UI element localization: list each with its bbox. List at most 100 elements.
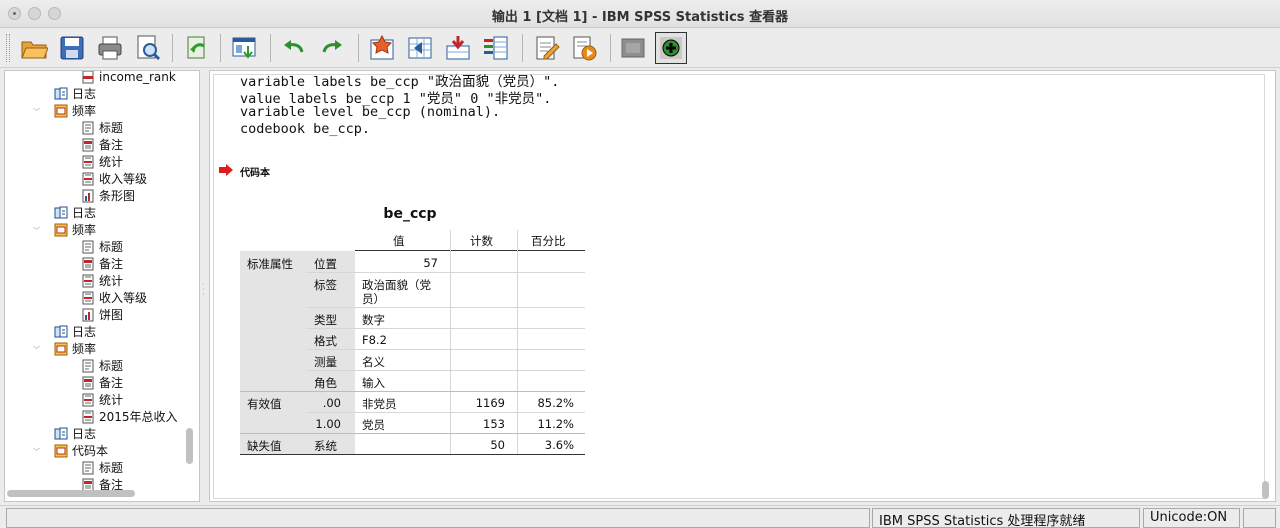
cell-count: 153 [483, 417, 505, 431]
tree-item-label: 2015年总收入 [99, 410, 178, 424]
row-divider [306, 370, 585, 371]
tree-item[interactable]: 频率 [54, 340, 96, 357]
log-icon [54, 87, 68, 101]
content-vertical-scrollbar-thumb[interactable] [1262, 481, 1269, 499]
table-icon [81, 172, 95, 186]
select-last-output-icon[interactable] [530, 32, 562, 64]
tree-item[interactable]: 日志 [54, 204, 96, 221]
title-icon [81, 121, 95, 135]
collapse-toggle-icon[interactable]: ⌵ [33, 106, 40, 113]
tree-item-label: 代码本 [72, 444, 109, 458]
status-message: IBM SPSS Statistics 处理程序就绪 [872, 508, 1140, 528]
notes-icon [81, 376, 95, 390]
collapse-toggle-icon[interactable]: ⌵ [33, 344, 40, 351]
goto-variable-icon[interactable] [442, 32, 474, 64]
tree-item[interactable]: income_rank [81, 70, 176, 85]
tree-item[interactable]: 收入等级 [81, 170, 147, 187]
tree-item[interactable]: 标题 [81, 119, 123, 136]
outline-vertical-scrollbar-thumb[interactable] [186, 428, 193, 464]
row-divider [306, 307, 585, 308]
log-icon [54, 325, 68, 339]
cell-value: 党员 [362, 418, 385, 432]
cell-count: 1169 [475, 396, 505, 410]
print-icon[interactable] [94, 32, 126, 64]
group-label-missing: 缺失值 [247, 439, 282, 453]
tree-item[interactable]: 日志 [54, 323, 96, 340]
tree-item-label: 条形图 [99, 189, 136, 203]
row-sublabel: 系统 [314, 439, 337, 453]
toolbar-separator [610, 34, 611, 62]
cell-percent: 11.2% [537, 417, 574, 431]
column-header-value: 值 [393, 234, 405, 248]
tree-item[interactable]: 频率 [54, 102, 96, 119]
group-label-valid: 有效值 [247, 397, 282, 411]
row-sublabel: 标签 [314, 278, 337, 292]
tree-item[interactable]: 备注 [81, 136, 123, 153]
tree-item[interactable]: 日志 [54, 425, 96, 442]
tree-item-label: 收入等级 [99, 172, 148, 186]
table-bottom-rule [240, 454, 585, 455]
goto-case-icon[interactable] [404, 32, 436, 64]
notes-icon [81, 138, 95, 152]
title-icon [81, 461, 95, 475]
toolbar-grip[interactable] [6, 34, 10, 62]
row-sublabel: 格式 [314, 334, 337, 348]
outline-horizontal-scrollbar-thumb[interactable] [7, 490, 135, 497]
tree-item[interactable]: 统计 [81, 391, 123, 408]
column-header-count: 计数 [470, 234, 493, 248]
chart-icon [81, 308, 95, 322]
toolbar-separator [358, 34, 359, 62]
tree-item-label: income_rank [99, 70, 176, 84]
tree-item[interactable]: 备注 [81, 255, 123, 272]
designate-window-icon[interactable] [568, 32, 600, 64]
tree-item[interactable]: 2015年总收入 [81, 408, 178, 425]
redo-icon[interactable] [316, 32, 348, 64]
tree-item-label: 统计 [99, 155, 124, 169]
cell-percent: 3.6% [544, 438, 574, 452]
tree-item-label: 日志 [72, 325, 97, 339]
recall-dialog-icon[interactable] [228, 32, 260, 64]
open-icon[interactable] [18, 32, 50, 64]
tree-item[interactable]: 代码本 [54, 442, 108, 459]
group-divider [240, 391, 585, 392]
tree-item-label: 日志 [72, 427, 97, 441]
variables-icon[interactable] [480, 32, 512, 64]
syntax-line: codebook be_ccp. [240, 121, 371, 137]
undo-icon[interactable] [278, 32, 310, 64]
hide-icon[interactable] [617, 32, 649, 64]
procedure-icon [54, 104, 68, 118]
tree-item[interactable]: 标题 [81, 238, 123, 255]
pane-splitter[interactable]: · · · [201, 70, 208, 502]
insert-icon[interactable] [655, 32, 687, 64]
export-icon[interactable] [180, 32, 212, 64]
tree-item-label: 统计 [99, 393, 124, 407]
table-icon [81, 291, 95, 305]
collapse-toggle-icon[interactable]: ⌵ [33, 225, 40, 232]
tree-item[interactable]: 备注 [81, 374, 123, 391]
tree-item[interactable]: 统计 [81, 153, 123, 170]
tree-item[interactable]: 日志 [54, 85, 96, 102]
procedure-icon [54, 342, 68, 356]
tree-item[interactable]: 饼图 [81, 306, 123, 323]
table-icon [81, 274, 95, 288]
tree-item[interactable]: 频率 [54, 221, 96, 238]
tree-item[interactable]: 条形图 [81, 187, 135, 204]
tree-item[interactable]: 标题 [81, 459, 123, 476]
tree-item[interactable]: 收入等级 [81, 289, 147, 306]
tree-item-label: 频率 [72, 104, 97, 118]
outline-pane[interactable]: income_rank 日志 频率 ⌵ 标题 备注 统计 收入等级 条形图 日志 频率 ⌵ 标题 备注 统计… [4, 70, 200, 502]
title-icon [81, 240, 95, 254]
save-icon[interactable] [56, 32, 88, 64]
tree-item[interactable]: 统计 [81, 272, 123, 289]
status-extra-area [1243, 508, 1276, 528]
print-preview-icon[interactable] [132, 32, 164, 64]
goto-data-icon[interactable] [366, 32, 398, 64]
tree-item[interactable]: 标题 [81, 357, 123, 374]
row-divider [306, 272, 585, 273]
tree-item-label: 频率 [72, 342, 97, 356]
cell-value: 数字 [362, 313, 385, 327]
procedure-icon [54, 223, 68, 237]
toolbar-separator [270, 34, 271, 62]
collapse-toggle-icon[interactable]: ⌵ [33, 446, 40, 453]
tree-item-label: 备注 [99, 138, 124, 152]
